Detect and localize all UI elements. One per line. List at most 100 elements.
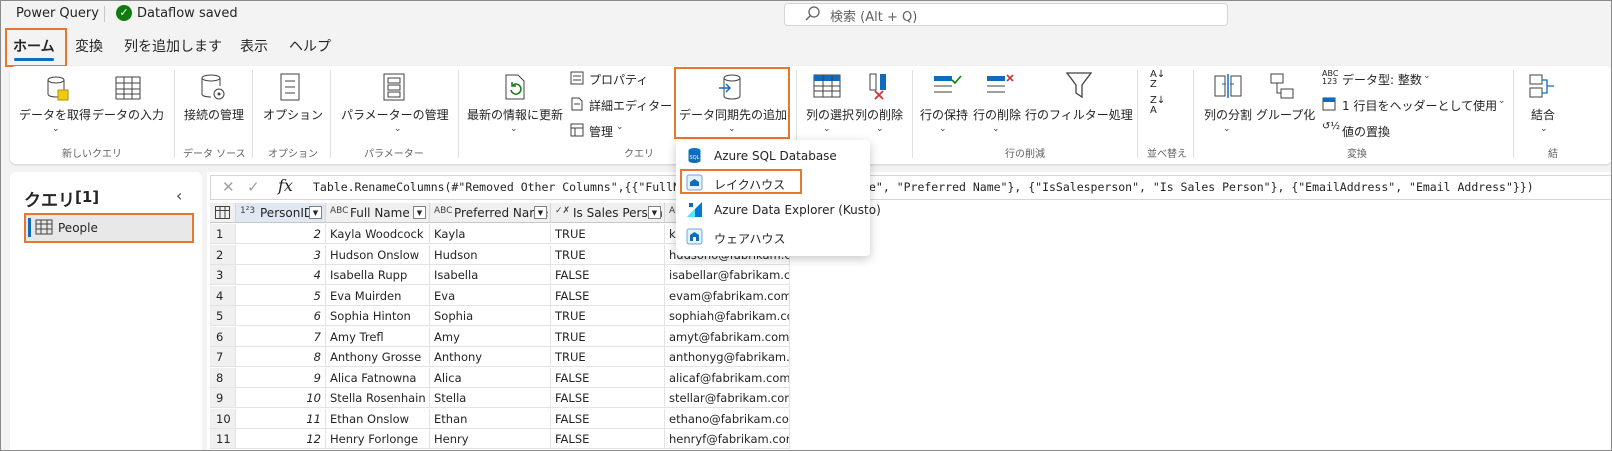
manage-button[interactable]: 管理: [589, 123, 613, 140]
refresh-button[interactable]: 最新の情報に更新: [467, 106, 563, 123]
chevron-down-icon[interactable]: ⌄: [939, 124, 947, 134]
cell-is-sales-person[interactable]: TRUE: [551, 326, 665, 347]
cancel-icon[interactable]: ✕: [222, 178, 235, 196]
cell-email-address[interactable]: sophiah@fabrikam.com: [665, 306, 790, 326]
cell-email-address[interactable]: ethano@fabrikam.com: [665, 408, 790, 429]
cell-preferred-name[interactable]: Hudson: [430, 244, 551, 265]
filter-dropdown-icon[interactable]: ▼: [309, 206, 322, 219]
cell-preferred-name[interactable]: Isabella: [430, 265, 551, 285]
cell-full-name[interactable]: Anthony Grosse: [326, 347, 430, 367]
use-first-row-header-button[interactable]: 1 行目をヘッダーとして使用: [1342, 97, 1497, 114]
search-placeholder[interactable]: 検索 (Alt + Q): [830, 6, 917, 25]
cell-is-sales-person[interactable]: FALSE: [551, 408, 665, 429]
cell-full-name[interactable]: Sophia Hinton: [326, 306, 430, 326]
chevron-down-icon[interactable]: ⌄: [1540, 124, 1548, 134]
cell-preferred-name[interactable]: Sophia: [430, 306, 551, 326]
advanced-editor-button[interactable]: 詳細エディター: [589, 97, 672, 114]
row-number[interactable]: 9: [210, 388, 236, 408]
formula-text[interactable]: Table.RenameColumns(#"Removed Other Colu…: [313, 180, 708, 194]
cell-person-id[interactable]: 12: [236, 429, 326, 449]
cell-person-id[interactable]: 10: [236, 388, 326, 408]
keep-rows-button[interactable]: 行の保持: [920, 106, 968, 123]
column-header-is-sales-person[interactable]: ✓✗ Is Sales Person ▼: [551, 203, 665, 223]
row-number[interactable]: 4: [210, 285, 236, 306]
cell-is-sales-person[interactable]: TRUE: [551, 306, 665, 326]
cell-preferred-name[interactable]: Kayla: [430, 224, 551, 244]
enter-data-button[interactable]: データの入力: [92, 106, 164, 123]
cell-full-name[interactable]: Eva Muirden: [326, 285, 430, 306]
cell-full-name[interactable]: Amy Trefl: [326, 326, 430, 347]
chevron-down-icon[interactable]: ⌄: [52, 124, 60, 134]
cell-is-sales-person[interactable]: TRUE: [551, 244, 665, 265]
cell-preferred-name[interactable]: Stella: [430, 388, 551, 408]
tab-add-column[interactable]: 列を追加します: [124, 36, 222, 56]
cell-email-address[interactable]: evam@fabrikam.com: [665, 285, 790, 306]
select-all-corner[interactable]: [210, 203, 236, 223]
chevron-down-icon[interactable]: ⌄: [616, 122, 624, 132]
row-number[interactable]: 1: [210, 224, 236, 244]
combine-button[interactable]: 結合: [1531, 106, 1555, 123]
cell-full-name[interactable]: Kayla Woodcock: [326, 224, 430, 244]
cell-preferred-name[interactable]: Henry: [430, 429, 551, 449]
manage-parameters-button[interactable]: パラメーターの管理: [341, 106, 449, 123]
cell-person-id[interactable]: 6: [236, 306, 326, 326]
cell-preferred-name[interactable]: Ethan: [430, 408, 551, 429]
cell-preferred-name[interactable]: Anthony: [430, 347, 551, 367]
cell-person-id[interactable]: 4: [236, 265, 326, 285]
cell-email-address[interactable]: amyt@fabrikam.com: [665, 326, 790, 347]
cell-person-id[interactable]: 8: [236, 347, 326, 367]
cell-preferred-name[interactable]: Eva: [430, 285, 551, 306]
chevron-down-icon[interactable]: ⌄: [992, 124, 1000, 134]
cell-full-name[interactable]: Henry Forlonge: [326, 429, 430, 449]
remove-columns-button[interactable]: 列の削除: [855, 106, 903, 123]
cell-preferred-name[interactable]: Amy: [430, 326, 551, 347]
cell-email-address[interactable]: anthonyg@fabrikam.c...: [665, 347, 790, 367]
filter-rows-button[interactable]: 行のフィルター処理: [1025, 106, 1133, 123]
text-type-icon[interactable]: ABC: [330, 206, 348, 216]
sort-ascending-icon[interactable]: A↓ Z: [1150, 70, 1165, 90]
data-type-dropdown[interactable]: データ型: 整数: [1342, 71, 1422, 88]
row-number[interactable]: 2: [210, 244, 236, 265]
remove-rows-button[interactable]: 行の削除: [973, 106, 1021, 123]
column-header-full-name[interactable]: ABC Full Name ▼: [326, 203, 430, 223]
chevron-down-icon[interactable]: ⌄: [728, 124, 736, 134]
collapse-pane-icon[interactable]: ‹: [176, 186, 182, 205]
cell-email-address[interactable]: stellar@fabrikam.com: [665, 388, 790, 408]
sort-descending-icon[interactable]: Z↓ A: [1150, 96, 1165, 116]
commit-icon[interactable]: ✓: [247, 178, 260, 196]
get-data-button[interactable]: データを取得: [19, 106, 91, 123]
manage-connections-button[interactable]: 接続の管理: [184, 106, 244, 123]
formula-text-tail[interactable]: e", "Preferred Name"}, {"IsSalesperson",…: [869, 180, 1534, 194]
cell-person-id[interactable]: 2: [236, 224, 326, 244]
cell-email-address[interactable]: isabellar@fabrikam.com: [665, 265, 790, 285]
tab-transform[interactable]: 変換: [75, 36, 103, 56]
cell-full-name[interactable]: Isabella Rupp: [326, 265, 430, 285]
filter-dropdown-icon[interactable]: ▼: [648, 206, 661, 219]
chevron-down-icon[interactable]: ⌄: [1223, 124, 1231, 134]
cell-is-sales-person[interactable]: FALSE: [551, 265, 665, 285]
cell-is-sales-person[interactable]: TRUE: [551, 224, 665, 244]
row-number[interactable]: 6: [210, 326, 236, 347]
cell-is-sales-person[interactable]: FALSE: [551, 367, 665, 388]
cell-person-id[interactable]: 3: [236, 244, 326, 265]
row-number[interactable]: 3: [210, 265, 236, 285]
cell-full-name[interactable]: Ethan Onslow: [326, 408, 430, 429]
cell-person-id[interactable]: 5: [236, 285, 326, 306]
cell-person-id[interactable]: 9: [236, 367, 326, 388]
row-number[interactable]: 11: [210, 429, 236, 449]
row-number[interactable]: 7: [210, 347, 236, 367]
cell-person-id[interactable]: 7: [236, 326, 326, 347]
options-button[interactable]: オプション: [263, 106, 323, 123]
boolean-type-icon[interactable]: ✓✗: [555, 206, 570, 216]
chevron-down-icon[interactable]: ⌄: [823, 124, 831, 134]
cell-email-address[interactable]: alicaf@fabrikam.com: [665, 367, 790, 388]
cell-preferred-name[interactable]: Alica: [430, 367, 551, 388]
tab-view[interactable]: 表示: [240, 36, 268, 56]
whole-number-type-icon[interactable]: 1²3: [240, 206, 255, 216]
cell-is-sales-person[interactable]: TRUE: [551, 347, 665, 367]
tab-help[interactable]: ヘルプ: [289, 36, 331, 56]
cell-is-sales-person[interactable]: FALSE: [551, 429, 665, 449]
replace-values-button[interactable]: 値の置換: [1342, 123, 1390, 140]
group-by-button[interactable]: グループ化: [1256, 106, 1315, 123]
column-header-preferred-name[interactable]: ABC Preferred Name ▼: [430, 203, 551, 223]
